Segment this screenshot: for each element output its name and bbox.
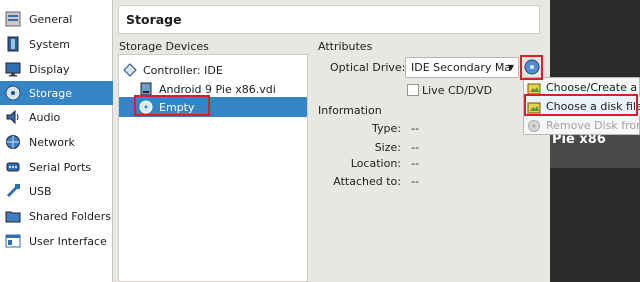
page-title-bar: Storage xyxy=(118,5,540,34)
tree-item-label: Controller: IDE xyxy=(143,63,223,77)
general-icon xyxy=(4,11,21,28)
page-title: Storage xyxy=(126,12,182,27)
sidebar-item-label: Audio xyxy=(29,110,61,124)
sidebar-item-label: Display xyxy=(29,62,70,76)
optical-drive-select[interactable]: IDE Secondary Ma ▼ xyxy=(405,57,519,78)
storage-devices-label: Storage Devices xyxy=(119,40,209,53)
settings-category-list: General System Display Storage Audio Net… xyxy=(0,0,113,282)
sidebar-item-label: Network xyxy=(29,135,75,149)
sidebar-item-usb[interactable]: USB xyxy=(0,179,113,203)
info-key-attached-to: Attached to: xyxy=(333,175,401,188)
menu-item-remove-disk[interactable]: Remove Disk from xyxy=(524,116,640,135)
sidebar-item-system[interactable]: System xyxy=(0,32,113,56)
info-value-location: -- xyxy=(411,157,419,170)
remove-disk-icon xyxy=(527,119,541,133)
info-value-attached-to: -- xyxy=(411,175,419,188)
sidebar-item-label: Storage xyxy=(29,86,73,100)
annotation-box-disk-button xyxy=(520,55,543,80)
hard-disk-icon xyxy=(139,82,153,96)
usb-icon xyxy=(4,183,21,200)
menu-item-label: Remove Disk from xyxy=(546,119,640,132)
serial-port-icon xyxy=(4,159,21,176)
chevron-down-icon: ▼ xyxy=(507,63,514,72)
sidebar-item-shared-folders[interactable]: Shared Folders xyxy=(0,204,113,228)
folder-icon xyxy=(4,208,21,225)
sidebar-item-network[interactable]: Network xyxy=(0,130,113,154)
sidebar-item-label: Shared Folders xyxy=(29,209,111,223)
information-label: Information xyxy=(318,104,382,117)
monitor-icon xyxy=(4,61,21,78)
sidebar-item-label: General xyxy=(29,12,73,26)
storage-disc-icon xyxy=(4,85,21,102)
optical-drive-label: Optical Drive: xyxy=(330,61,406,74)
vm-preview-pane: Pie x86 xyxy=(550,0,640,282)
sidebar-item-storage[interactable]: Storage xyxy=(0,81,113,105)
sidebar-item-audio[interactable]: Audio xyxy=(0,105,113,129)
disk-image-icon xyxy=(527,81,541,95)
storage-tree[interactable]: Controller: IDE Android 9 Pie x86.vdi Em… xyxy=(118,54,308,282)
annotation-box-choose-disk-file xyxy=(524,94,638,116)
system-chip-icon xyxy=(4,36,21,53)
menu-item-label: Choose/Create a V xyxy=(546,81,640,94)
sidebar-item-label: USB xyxy=(29,184,52,198)
annotation-box-empty xyxy=(134,95,210,116)
sidebar-item-user-interface[interactable]: User Interface xyxy=(0,229,113,253)
network-icon xyxy=(4,134,21,151)
user-interface-icon xyxy=(4,233,21,250)
tree-controller-ide[interactable]: Controller: IDE xyxy=(119,60,307,80)
tree-item-label: Android 9 Pie x86.vdi xyxy=(159,82,276,96)
live-cd-label: Live CD/DVD xyxy=(422,84,493,97)
sidebar-item-display[interactable]: Display xyxy=(0,57,113,81)
info-key-type: Type: xyxy=(372,122,401,135)
info-value-type: -- xyxy=(411,122,419,135)
live-cd-checkbox[interactable] xyxy=(407,84,419,96)
info-key-location: Location: xyxy=(350,157,401,170)
attributes-label: Attributes xyxy=(318,40,373,53)
info-key-size: Size: xyxy=(374,141,401,154)
sidebar-item-label: Serial Ports xyxy=(29,160,92,174)
info-value-size: -- xyxy=(411,141,419,154)
ide-controller-icon xyxy=(123,63,137,77)
speaker-icon xyxy=(4,109,21,126)
sidebar-item-general[interactable]: General xyxy=(0,7,113,31)
sidebar-item-serial-ports[interactable]: Serial Ports xyxy=(0,155,113,179)
sidebar-item-label: System xyxy=(29,37,71,51)
sidebar-item-label: User Interface xyxy=(29,234,107,248)
optical-drive-value: IDE Secondary Ma xyxy=(411,61,512,74)
